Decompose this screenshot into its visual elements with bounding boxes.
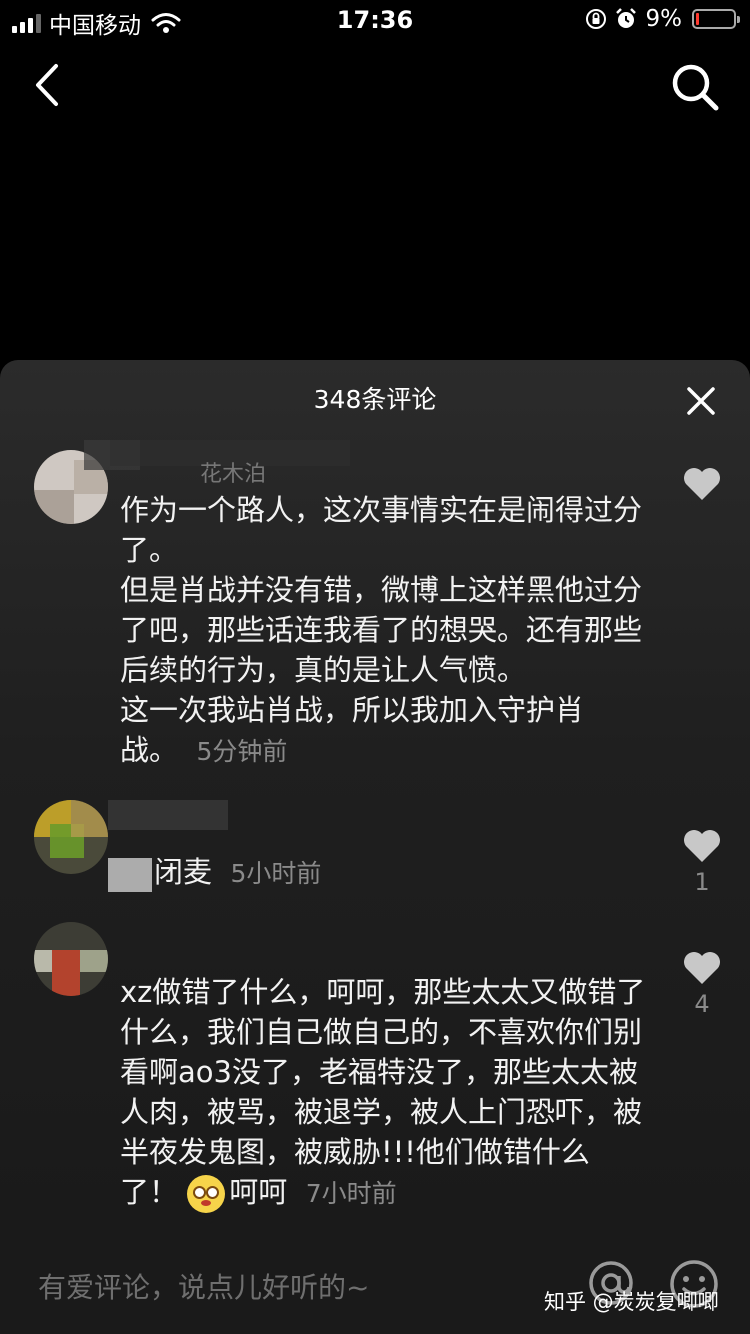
comment-count-title: 348条评论 bbox=[313, 385, 437, 414]
alarm-icon bbox=[615, 8, 636, 28]
chevron-left-icon bbox=[36, 64, 58, 106]
like-count: 4 bbox=[694, 990, 710, 1018]
heart-icon bbox=[684, 830, 720, 862]
heart-icon bbox=[684, 952, 720, 984]
close-button[interactable] bbox=[684, 384, 718, 418]
comment-input-bar: 有爱评论，说点儿好听的~ bbox=[0, 1236, 750, 1334]
comment-time: 7小时前 bbox=[305, 1179, 397, 1208]
search-icon bbox=[672, 64, 719, 111]
comment-text: 闭麦 5小时前 bbox=[154, 852, 684, 894]
comment-text: 作为一个路人，这次事情实在是闹得过分了。 但是肖战并没有错，微博上这样黑他过分了… bbox=[120, 490, 650, 772]
battery-icon bbox=[692, 9, 740, 29]
heart-icon bbox=[684, 468, 720, 500]
comment-body: 闭麦 bbox=[154, 855, 213, 889]
avatar[interactable] bbox=[34, 800, 108, 874]
flushed-face-emoji-icon bbox=[187, 1175, 226, 1213]
comment-text: xz做错了什么，呵呵，那些太太又做错了什么，我们自己做自己的，不喜欢你们别看啊a… bbox=[120, 972, 650, 1214]
like-button[interactable]: 1 bbox=[682, 828, 722, 896]
like-button[interactable] bbox=[682, 466, 722, 506]
battery-level bbox=[696, 13, 699, 25]
comment-body: xz做错了什么，呵呵，那些太太又做错了什么，我们自己做自己的，不喜欢你们别看啊a… bbox=[120, 975, 646, 1209]
comment-time: 5小时前 bbox=[230, 859, 322, 888]
comment-paragraph: 作为一个路人，这次事情实在是闹得过分了。 bbox=[120, 493, 643, 567]
comment-input[interactable]: 有爱评论，说点儿好听的~ bbox=[38, 1266, 369, 1306]
like-count: 1 bbox=[694, 868, 710, 896]
like-button[interactable]: 4 bbox=[682, 950, 722, 1018]
avatar[interactable] bbox=[34, 922, 108, 996]
username[interactable]: 花木泊 bbox=[200, 456, 266, 488]
status-bar: 中国移动 17:36 9% bbox=[0, 0, 750, 40]
watermark: 知乎 @炭炭复唧唧 bbox=[544, 1290, 719, 1314]
battery-percent: 9% bbox=[645, 6, 683, 32]
search-button[interactable] bbox=[668, 60, 722, 114]
orientation-lock-icon bbox=[585, 9, 606, 29]
comment-body-suffix: 呵呵 bbox=[229, 1175, 288, 1209]
close-icon bbox=[687, 387, 715, 415]
comment-paragraph: 但是肖战并没有错，微博上这样黑他过分了吧，那些话连我看了的想哭。还有那些后续的行… bbox=[120, 573, 643, 687]
comments-sheet: 348条评论 花木泊 作为一个路人，这次事情实在是闹得过分了。 但是肖战并没有错… bbox=[0, 360, 750, 1334]
back-button[interactable] bbox=[24, 60, 74, 110]
comment-paragraph: 这一次我站肖战，所以我加入守护肖战。 bbox=[120, 693, 585, 767]
comment-time: 5分钟前 bbox=[196, 737, 288, 766]
